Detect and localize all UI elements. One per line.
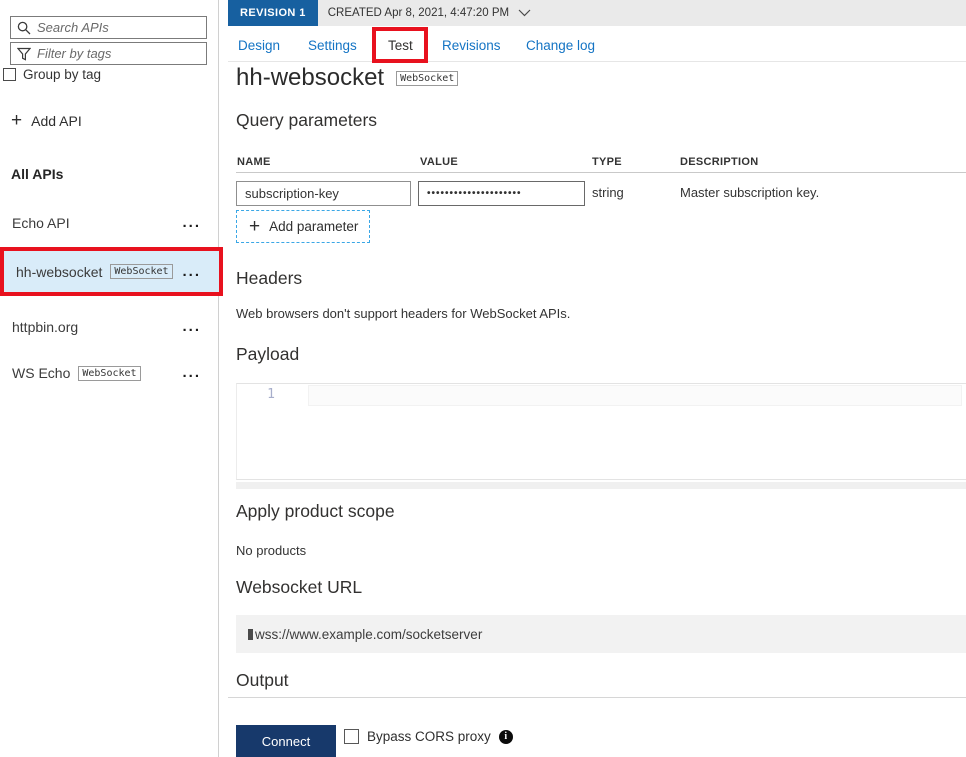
- editor-line-number: 1: [247, 387, 275, 402]
- sidebar-item-ws-echo[interactable]: WS Echo WebSocket ...: [0, 353, 219, 393]
- filter-tags-input[interactable]: [37, 46, 200, 61]
- revision-badge: REVISION 1: [228, 0, 318, 26]
- websocket-url-field[interactable]: wss://www.example.com/socketserver: [236, 615, 966, 653]
- search-apis-input[interactable]: [37, 20, 200, 35]
- tab-bar: Design Settings Test Revisions Change lo…: [228, 26, 966, 62]
- more-options-icon[interactable]: ...: [182, 322, 201, 332]
- api-item-label: WS Echo: [12, 365, 70, 381]
- add-parameter-label: Add parameter: [269, 219, 358, 234]
- search-apis-box[interactable]: [10, 16, 207, 39]
- group-by-tag-label: Group by tag: [23, 67, 101, 82]
- sidebar-item-echo-api[interactable]: Echo API ...: [0, 203, 219, 243]
- connect-button[interactable]: Connect: [236, 725, 336, 757]
- bypass-cors-row[interactable]: Bypass CORS proxy i: [344, 729, 513, 744]
- add-parameter-button[interactable]: + Add parameter: [236, 210, 370, 243]
- websocket-url-heading: Websocket URL: [236, 577, 362, 598]
- chevron-down-icon[interactable]: [518, 9, 531, 17]
- api-item-label: hh-websocket: [16, 264, 102, 280]
- annotation-box-test-tab: [372, 27, 428, 63]
- sidebar-item-httpbin[interactable]: httpbin.org ...: [0, 307, 219, 347]
- footer-divider: [228, 697, 966, 698]
- column-header-name: NAME: [237, 156, 271, 168]
- websocket-url-value: wss://www.example.com/socketserver: [255, 627, 482, 642]
- add-api-button[interactable]: + Add API: [11, 113, 82, 129]
- more-options-icon[interactable]: ...: [182, 267, 201, 277]
- bypass-cors-label: Bypass CORS proxy: [367, 729, 491, 744]
- filter-icon: [17, 47, 31, 61]
- tab-design[interactable]: Design: [238, 38, 280, 53]
- sidebar-item-hh-websocket[interactable]: hh-websocket WebSocket ...: [0, 247, 223, 296]
- param-description-cell: Master subscription key.: [680, 185, 819, 200]
- table-header-divider: [236, 172, 966, 173]
- payload-heading: Payload: [236, 344, 299, 365]
- api-sidebar: Group by tag + Add API All APIs Echo API…: [0, 0, 219, 757]
- page-title: hh-websocket WebSocket: [236, 64, 458, 92]
- websocket-badge: WebSocket: [78, 366, 140, 381]
- bypass-cors-checkbox[interactable]: [344, 729, 359, 744]
- tab-settings[interactable]: Settings: [308, 38, 357, 53]
- tab-change-log[interactable]: Change log: [526, 38, 595, 53]
- text-cursor: [248, 629, 253, 640]
- param-type-cell: string: [592, 185, 624, 200]
- editor-active-line: [308, 385, 962, 406]
- output-heading: Output: [236, 670, 289, 691]
- add-api-label: Add API: [31, 113, 82, 129]
- headers-heading: Headers: [236, 268, 302, 289]
- plus-icon: +: [249, 220, 260, 234]
- param-value-input[interactable]: [418, 181, 585, 206]
- param-name-input[interactable]: [236, 181, 411, 206]
- product-scope-heading: Apply product scope: [236, 501, 395, 522]
- more-options-icon[interactable]: ...: [182, 368, 201, 378]
- group-by-tag-row[interactable]: Group by tag: [3, 67, 101, 82]
- search-icon: [17, 21, 31, 35]
- product-scope-message: No products: [236, 543, 306, 558]
- api-item-label: httpbin.org: [12, 319, 78, 335]
- payload-editor[interactable]: 1: [236, 383, 966, 480]
- column-header-value: VALUE: [420, 156, 458, 168]
- tab-revisions[interactable]: Revisions: [442, 38, 501, 53]
- plus-icon: +: [11, 114, 22, 128]
- info-icon[interactable]: i: [499, 730, 513, 744]
- all-apis-heading: All APIs: [11, 166, 63, 182]
- editor-scrollbar[interactable]: [236, 482, 966, 489]
- group-by-tag-checkbox[interactable]: [3, 68, 16, 81]
- websocket-badge: WebSocket: [396, 71, 458, 86]
- more-options-icon[interactable]: ...: [182, 218, 201, 228]
- api-title-text: hh-websocket: [236, 64, 384, 92]
- revision-strip: REVISION 1 CREATED Apr 8, 2021, 4:47:20 …: [228, 0, 966, 26]
- column-header-type: TYPE: [592, 156, 622, 168]
- websocket-badge: WebSocket: [110, 264, 172, 279]
- headers-message: Web browsers don't support headers for W…: [236, 306, 570, 321]
- query-parameters-heading: Query parameters: [236, 110, 377, 131]
- filter-tags-box[interactable]: [10, 42, 207, 65]
- created-timestamp: CREATED Apr 8, 2021, 4:47:20 PM: [328, 7, 509, 19]
- api-item-label: Echo API: [12, 215, 70, 231]
- column-header-description: DESCRIPTION: [680, 156, 758, 168]
